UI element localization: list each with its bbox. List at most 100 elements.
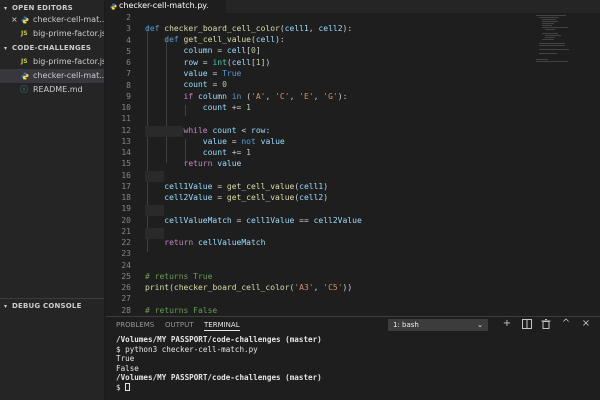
- terminal-line: $: [116, 383, 131, 393]
- minimap[interactable]: [536, 13, 596, 73]
- add-terminal-icon[interactable]: +: [501, 318, 513, 330]
- file-label: checker-cell-mat...: [33, 71, 105, 80]
- terminal-cursor: [125, 383, 131, 391]
- tab-checker-cell-match[interactable]: checker-cell-match.py ...: [106, 0, 226, 13]
- line-number: 16: [121, 170, 131, 180]
- chevron-down-icon: ⌄: [477, 321, 483, 329]
- code-line: cell2Value = get_cell_value(cell2): [164, 193, 329, 202]
- js-icon: JS: [21, 58, 28, 65]
- bottom-panel: PROBLEMS OUTPUT TERMINAL 1: bash ⌄ + ^ ×…: [106, 316, 600, 400]
- line-number: 26: [121, 283, 131, 292]
- line-number: 28: [121, 305, 131, 315]
- line-number: 7: [126, 69, 131, 79]
- file-label: big-prime-factor.js: [33, 57, 105, 66]
- line-number: 5: [126, 46, 131, 56]
- maximize-panel-icon[interactable]: ^: [560, 318, 572, 330]
- code-challenges-title: CODE-CHALLENGES: [12, 44, 92, 52]
- debug-console-header[interactable]: ▾ DEBUG CONSOLE: [0, 299, 104, 313]
- code-line: # returns True: [145, 272, 213, 281]
- line-number: 11: [121, 114, 131, 124]
- line-number: 21: [121, 226, 131, 236]
- python-icon: [21, 72, 29, 80]
- terminal-select-value: 1: bash: [393, 321, 419, 329]
- code-editor[interactable]: 2 3 4 5 6 7 8 9 10 11 12 13 14 15 16 17 18 19 20 21 22 23 24 25…: [106, 13, 600, 316]
- debug-console-title: DEBUG CONSOLE: [12, 302, 82, 310]
- terminal-line: /Volumes/MY PASSPORT/code-challenges (ma…: [116, 335, 322, 344]
- open-editor-item-checker-cell-match[interactable]: × checker-cell-mat...: [0, 13, 105, 27]
- code-line: def get_cell_value(cell):: [164, 35, 285, 44]
- line-number: 14: [121, 148, 131, 157]
- line-number: 17: [121, 181, 131, 191]
- split-terminal-icon[interactable]: [521, 318, 533, 330]
- line-number: 3: [126, 24, 131, 34]
- file-item-readme[interactable]: ⓘ README.md: [0, 83, 104, 97]
- trash-icon[interactable]: [540, 318, 552, 330]
- terminal-line: False: [116, 363, 139, 373]
- line-number: 10: [121, 103, 131, 112]
- code-line: count += 1: [202, 103, 251, 112]
- file-label: README.md: [33, 85, 83, 94]
- code-line: return value: [183, 159, 242, 168]
- line-number: 24: [121, 260, 131, 270]
- code-line: count = 0: [183, 80, 227, 89]
- open-editors-title: OPEN EDITORS: [12, 4, 73, 12]
- code-line: cell1Value = get_cell_value(cell1): [164, 182, 329, 191]
- breadcrumb-more[interactable]: ...: [201, 0, 209, 12]
- code-line: count += 1: [202, 148, 251, 157]
- chevron-down-icon: ▾: [4, 303, 8, 310]
- chevron-down-icon: ▾: [4, 45, 8, 52]
- terminal-select[interactable]: 1: bash ⌄: [388, 319, 488, 331]
- code-line: value = not value: [202, 137, 285, 146]
- editor-tab-bar: checker-cell-match.py ...: [106, 0, 600, 13]
- terminal-output[interactable]: /Volumes/MY PASSPORT/code-challenges (ma…: [116, 335, 596, 399]
- line-number: 13: [121, 136, 131, 146]
- tab-terminal[interactable]: TERMINAL: [204, 319, 240, 331]
- code-line: def checker_board_cell_color(cell1, cell…: [145, 24, 353, 33]
- explorer-sidebar: ▾ OPEN EDITORS × checker-cell-mat... JS b…: [0, 0, 105, 400]
- line-number: 2: [126, 13, 131, 22]
- terminal-line: /Volumes/MY PASSPORT/code-challenges (ma…: [116, 373, 322, 383]
- code-line: row = int(cell[1]): [183, 58, 271, 67]
- line-number: 18: [121, 193, 131, 202]
- code-line: if column in ('A', 'C', 'E', 'G'):: [183, 92, 348, 101]
- line-number: 12: [121, 125, 131, 135]
- code-line: column = cell[0]: [183, 46, 261, 55]
- debug-console-section: ▾ DEBUG CONSOLE: [0, 298, 104, 313]
- code-line: # returns False: [145, 306, 218, 315]
- line-number: 8: [126, 80, 131, 90]
- file-item-checker-cell-match[interactable]: checker-cell-mat...: [0, 69, 105, 83]
- code-line: print(checker_board_cell_color('A3', 'C5…: [145, 283, 353, 292]
- line-number: 15: [121, 159, 131, 169]
- code-line: cellValueMatch = cell1Value == cell2Valu…: [164, 216, 362, 225]
- code-line: value = True: [183, 69, 242, 78]
- line-number: 6: [126, 58, 131, 67]
- code-challenges-header[interactable]: ▾ CODE-CHALLENGES: [0, 41, 104, 55]
- python-icon: [21, 16, 29, 24]
- js-icon: JS: [21, 30, 28, 37]
- line-number: 9: [126, 91, 131, 101]
- line-number: 25: [121, 271, 131, 281]
- close-icon[interactable]: ×: [11, 13, 18, 27]
- open-editor-item-big-prime-factor[interactable]: JS big-prime-factor.js: [0, 27, 105, 41]
- line-number-gutter: 2 3 4 5 6 7 8 9 10 11 12 13 14 15 16 17 18 19 20 21 22 23 24 25…: [106, 13, 131, 316]
- code-line: return cellValueMatch: [164, 238, 266, 247]
- tab-problems[interactable]: PROBLEMS: [116, 319, 154, 331]
- open-editor-label: big-prime-factor.js: [33, 29, 105, 38]
- line-number: 23: [121, 249, 131, 259]
- open-editor-label: checker-cell-mat...: [33, 15, 105, 24]
- python-icon: [110, 3, 117, 10]
- code-line: while count < row:: [183, 126, 271, 135]
- line-number: 19: [121, 204, 131, 214]
- line-number: 20: [121, 215, 131, 225]
- info-icon: ⓘ: [20, 85, 28, 94]
- close-panel-icon[interactable]: ×: [580, 318, 592, 330]
- line-number: 27: [121, 294, 131, 304]
- line-number: 22: [121, 238, 131, 247]
- terminal-line: True: [116, 354, 135, 364]
- code-area[interactable]: def checker_board_cell_color(cell1, cell…: [145, 13, 535, 316]
- terminal-line: $ python3 checker-cell-match.py: [116, 344, 258, 354]
- tab-label: checker-cell-match.py: [119, 1, 208, 10]
- file-item-big-prime-factor[interactable]: JS big-prime-factor.js: [0, 55, 105, 69]
- tab-output[interactable]: OUTPUT: [165, 319, 194, 331]
- line-number: 4: [126, 35, 131, 45]
